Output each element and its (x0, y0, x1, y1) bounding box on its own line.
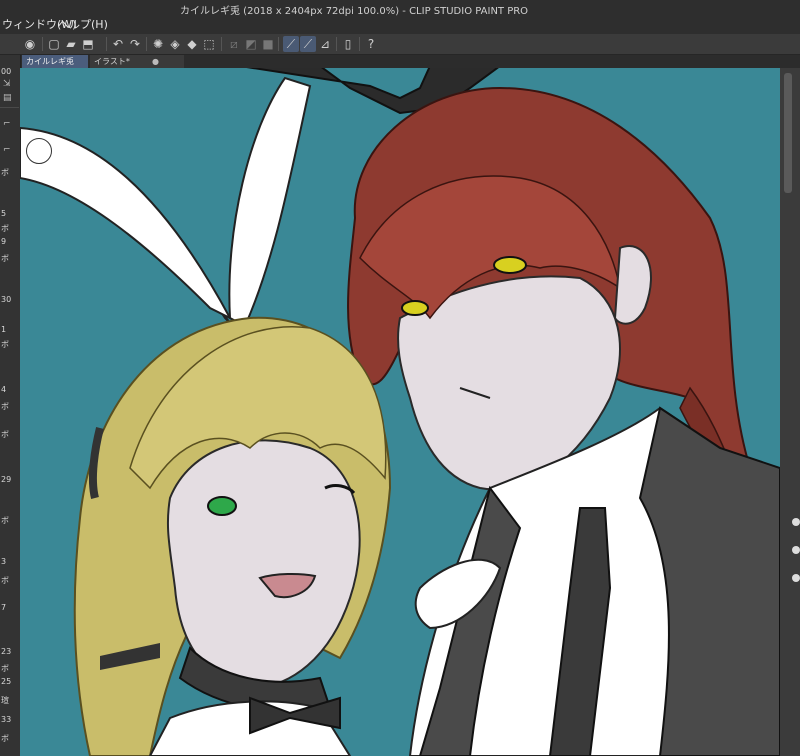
color-dot-icon[interactable] (792, 546, 800, 554)
white-bunny-ear-left-inner (20, 126, 233, 321)
brush-size-label[interactable]: ボ (1, 575, 9, 586)
close-icon[interactable]: ● (152, 55, 159, 68)
panel-divider (0, 107, 19, 108)
toolbar-divider (359, 37, 360, 51)
trash-icon[interactable]: ▤ (3, 93, 15, 103)
brush-cursor (26, 138, 52, 164)
window-title: カイルレギ兎 (2018 x 2404px 72dpi 100.0%) - CL… (180, 6, 529, 17)
paint-bucket-icon[interactable]: ◆ (184, 36, 200, 52)
redo-icon[interactable]: ↷ (127, 36, 143, 52)
expand-icon[interactable]: ⇲ (3, 79, 15, 89)
brush-size-label[interactable]: 30 (1, 295, 11, 304)
undo-icon[interactable]: ↶ (110, 36, 126, 52)
brush-size-label[interactable]: 9 (1, 237, 6, 246)
snap-grid-icon[interactable]: ⊿ (317, 36, 333, 52)
brush-size-label[interactable]: 4 (1, 385, 6, 394)
brush-size-label[interactable]: ボ (1, 429, 9, 440)
device-icon[interactable]: ▯ (340, 36, 356, 52)
eye-icon[interactable]: ◉ (22, 36, 38, 52)
brush-size-label[interactable]: ボ (1, 223, 9, 234)
brush-size-label[interactable]: ボ (1, 253, 9, 264)
title-bar: カイルレギ兎 (2018 x 2404px 72dpi 100.0%) - CL… (0, 0, 800, 35)
brush-size-label[interactable]: 3 (1, 557, 6, 566)
open-folder-icon[interactable]: ▰ (63, 36, 79, 52)
right-panel-edge (780, 68, 800, 756)
snap-line-icon[interactable]: ⟋ (300, 36, 316, 52)
brush-size-label[interactable]: ボ (1, 515, 9, 526)
fill-icon[interactable]: ◈ (167, 36, 183, 52)
transform-icon[interactable]: ⬚ (201, 36, 217, 52)
brush-preview-icon: ⌐ (3, 145, 11, 155)
brush-size-label[interactable]: ボ (1, 733, 9, 744)
toolbar-divider (278, 37, 279, 51)
toolbar-divider (42, 37, 43, 51)
eye-green (207, 496, 237, 516)
menu-help[interactable]: ヘルプ(H) (58, 16, 108, 32)
new-file-icon[interactable]: ▢ (46, 36, 62, 52)
illustration (20, 68, 780, 756)
snap-ruler-icon[interactable]: ⟋ (283, 36, 299, 52)
brush-size-label[interactable]: ボ (1, 401, 9, 412)
drawing-canvas[interactable] (20, 68, 780, 756)
brush-size-label[interactable]: ボ (1, 339, 9, 350)
tab-label: カイルレギ兎 (26, 57, 74, 66)
brush-size-label[interactable]: 1 (1, 325, 6, 334)
vertical-scrollbar[interactable] (784, 73, 792, 193)
toolbar-divider (106, 37, 107, 51)
save-icon[interactable]: ⬒ (80, 36, 96, 52)
fill-rect-icon[interactable]: ◩ (243, 36, 259, 52)
brush-size-label[interactable]: 23 (1, 647, 11, 656)
brush-size-label[interactable]: ボ (1, 663, 9, 674)
left-tool-panel: 00 ⇲ ▤ ⌐ ⌐ ボ 5 ボ 9 ボ 30 1 ボ 4 ボ ボ 29 ボ 3… (0, 55, 21, 756)
brush-size-label[interactable]: 瑄 (1, 695, 9, 706)
color-dot-icon[interactable] (792, 518, 800, 526)
help-icon[interactable]: ? (363, 36, 379, 52)
tab-document-active[interactable]: カイルレギ兎 (22, 55, 88, 68)
brush-size-label[interactable]: 25 (1, 677, 11, 686)
brush-size-label[interactable]: ボ (1, 167, 9, 178)
clear-icon[interactable]: ⧄ (226, 36, 242, 52)
brush-preview-icon: ⌐ (3, 119, 11, 129)
brush-size-label[interactable]: 29 (1, 475, 11, 484)
color-dot-icon[interactable] (792, 574, 800, 582)
white-bunny-ear-right (228, 76, 312, 328)
eye-yellow-right (493, 256, 527, 274)
command-bar: ◉ ▢ ▰ ⬒ ↶ ↷ ✺ ◈ ◆ ⬚ ⧄ ◩ ■ ⟋ ⟋ ⊿ ▯ ? (0, 34, 800, 55)
eye-yellow-left (401, 300, 429, 316)
tab-document-inactive[interactable]: イラスト* (90, 55, 184, 68)
toolbar-divider (146, 37, 147, 51)
brush-size-label[interactable]: 33 (1, 715, 11, 724)
toolbar-divider (336, 37, 337, 51)
loading-icon[interactable]: ✺ (150, 36, 166, 52)
document-tab-bar: カイルレギ兎 イラスト* ● (20, 55, 800, 68)
brush-size-label[interactable]: 7 (1, 603, 6, 612)
brush-size-label[interactable]: 5 (1, 209, 6, 218)
toolbar-divider (221, 37, 222, 51)
panel-value: 00 (1, 67, 12, 76)
fill-area-icon[interactable]: ■ (260, 36, 276, 52)
tab-label: イラスト* (94, 57, 130, 66)
